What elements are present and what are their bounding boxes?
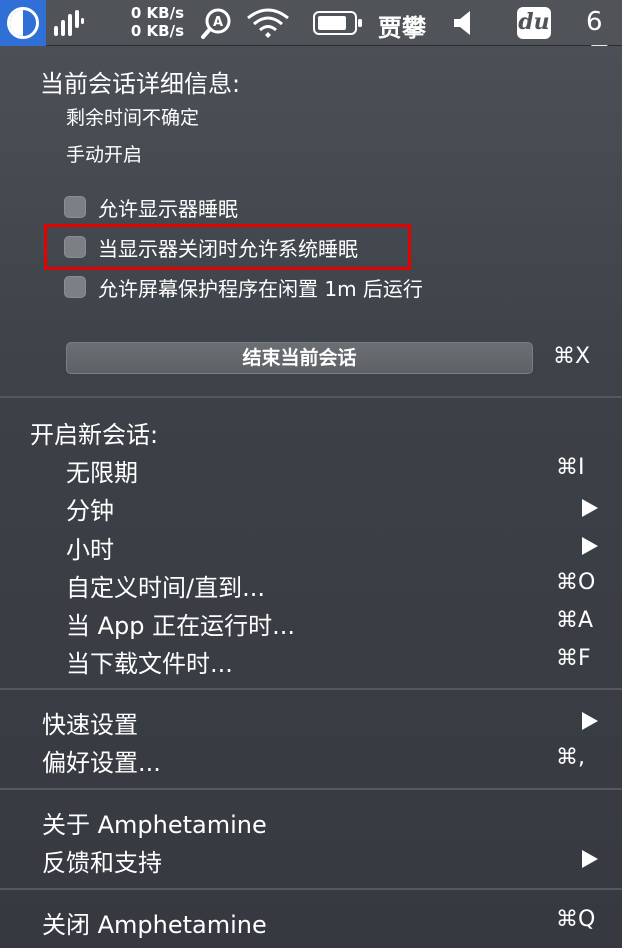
end-session-shortcut: ⌘X xyxy=(553,344,591,369)
volume-icon[interactable] xyxy=(452,10,474,36)
downloading-shortcut: ⌘F xyxy=(556,646,591,671)
menu-item-hours[interactable]: 小时 xyxy=(66,530,114,565)
user-name[interactable]: 贾攀 xyxy=(378,8,426,43)
custom-time-shortcut: ⌘O xyxy=(556,570,596,595)
option-label: 允许屏幕保护程序在闲置 1m 后运行 xyxy=(98,277,423,301)
indefinitely-shortcut: ⌘I xyxy=(556,455,585,480)
svg-text:A: A xyxy=(213,15,223,30)
menu-item-indefinitely[interactable]: 无限期 xyxy=(66,453,138,488)
du-app-icon[interactable]: du xyxy=(517,7,551,39)
battery-icon[interactable] xyxy=(313,11,363,35)
menu-item-while-app-running[interactable]: 当 App 正在运行时... xyxy=(66,606,295,641)
menu-bar: 0 KB/s 0 KB/s A 贾攀 du 6月 xyxy=(0,0,622,73)
activation-mode-text: 手动开启 xyxy=(66,144,143,166)
separator xyxy=(0,396,622,398)
amphetamine-menu-icon[interactable] xyxy=(0,0,46,46)
separator xyxy=(0,888,622,890)
submenu-arrow-icon xyxy=(582,499,598,517)
spotlight-icon[interactable]: A xyxy=(200,6,234,40)
menu-item-preferences[interactable]: 偏好设置... xyxy=(42,743,161,778)
checkbox[interactable] xyxy=(64,276,86,298)
submenu-arrow-icon xyxy=(582,712,598,730)
end-session-button[interactable]: 结束当前会话 xyxy=(66,342,533,374)
new-session-title: 开启新会话: xyxy=(30,421,159,449)
separator xyxy=(0,788,622,790)
menu-item-quit[interactable]: 关闭 Amphetamine xyxy=(42,905,267,940)
checkbox[interactable] xyxy=(64,236,86,258)
app-running-shortcut: ⌘A xyxy=(556,608,594,633)
amphetamine-menu: 当前会话详细信息: 剩余时间不确定 手动开启 允许显示器睡眠 当显示器关闭时允许… xyxy=(0,46,622,948)
option-label: 允许显示器睡眠 xyxy=(98,197,238,221)
submenu-arrow-icon xyxy=(582,537,598,555)
wifi-icon[interactable] xyxy=(246,8,290,38)
net-up-speed: 0 KB/s xyxy=(130,4,184,22)
checkbox[interactable] xyxy=(64,196,86,218)
menu-item-custom-time[interactable]: 自定义时间/直到... xyxy=(66,568,265,603)
remaining-time-text: 剩余时间不确定 xyxy=(66,107,200,129)
menu-item-while-downloading[interactable]: 当下载文件时... xyxy=(66,644,233,679)
menu-item-about[interactable]: 关于 Amphetamine xyxy=(42,805,267,840)
amphetamine-icon xyxy=(7,7,39,39)
menu-item-quick-settings[interactable]: 快速设置 xyxy=(42,705,138,740)
network-speed[interactable]: 0 KB/s 0 KB/s xyxy=(120,4,184,40)
net-down-speed: 0 KB/s xyxy=(130,22,184,40)
preferences-shortcut: ⌘, xyxy=(556,745,585,770)
separator xyxy=(0,688,622,690)
current-session-title: 当前会话详细信息: xyxy=(40,70,241,98)
menu-item-minutes[interactable]: 分钟 xyxy=(66,491,114,526)
signal-bars-icon[interactable] xyxy=(52,8,86,38)
menu-item-feedback[interactable]: 反馈和支持 xyxy=(42,843,162,878)
submenu-arrow-icon xyxy=(582,850,598,868)
option-label: 当显示器关闭时允许系统睡眠 xyxy=(98,237,358,261)
quit-shortcut: ⌘Q xyxy=(556,907,596,932)
